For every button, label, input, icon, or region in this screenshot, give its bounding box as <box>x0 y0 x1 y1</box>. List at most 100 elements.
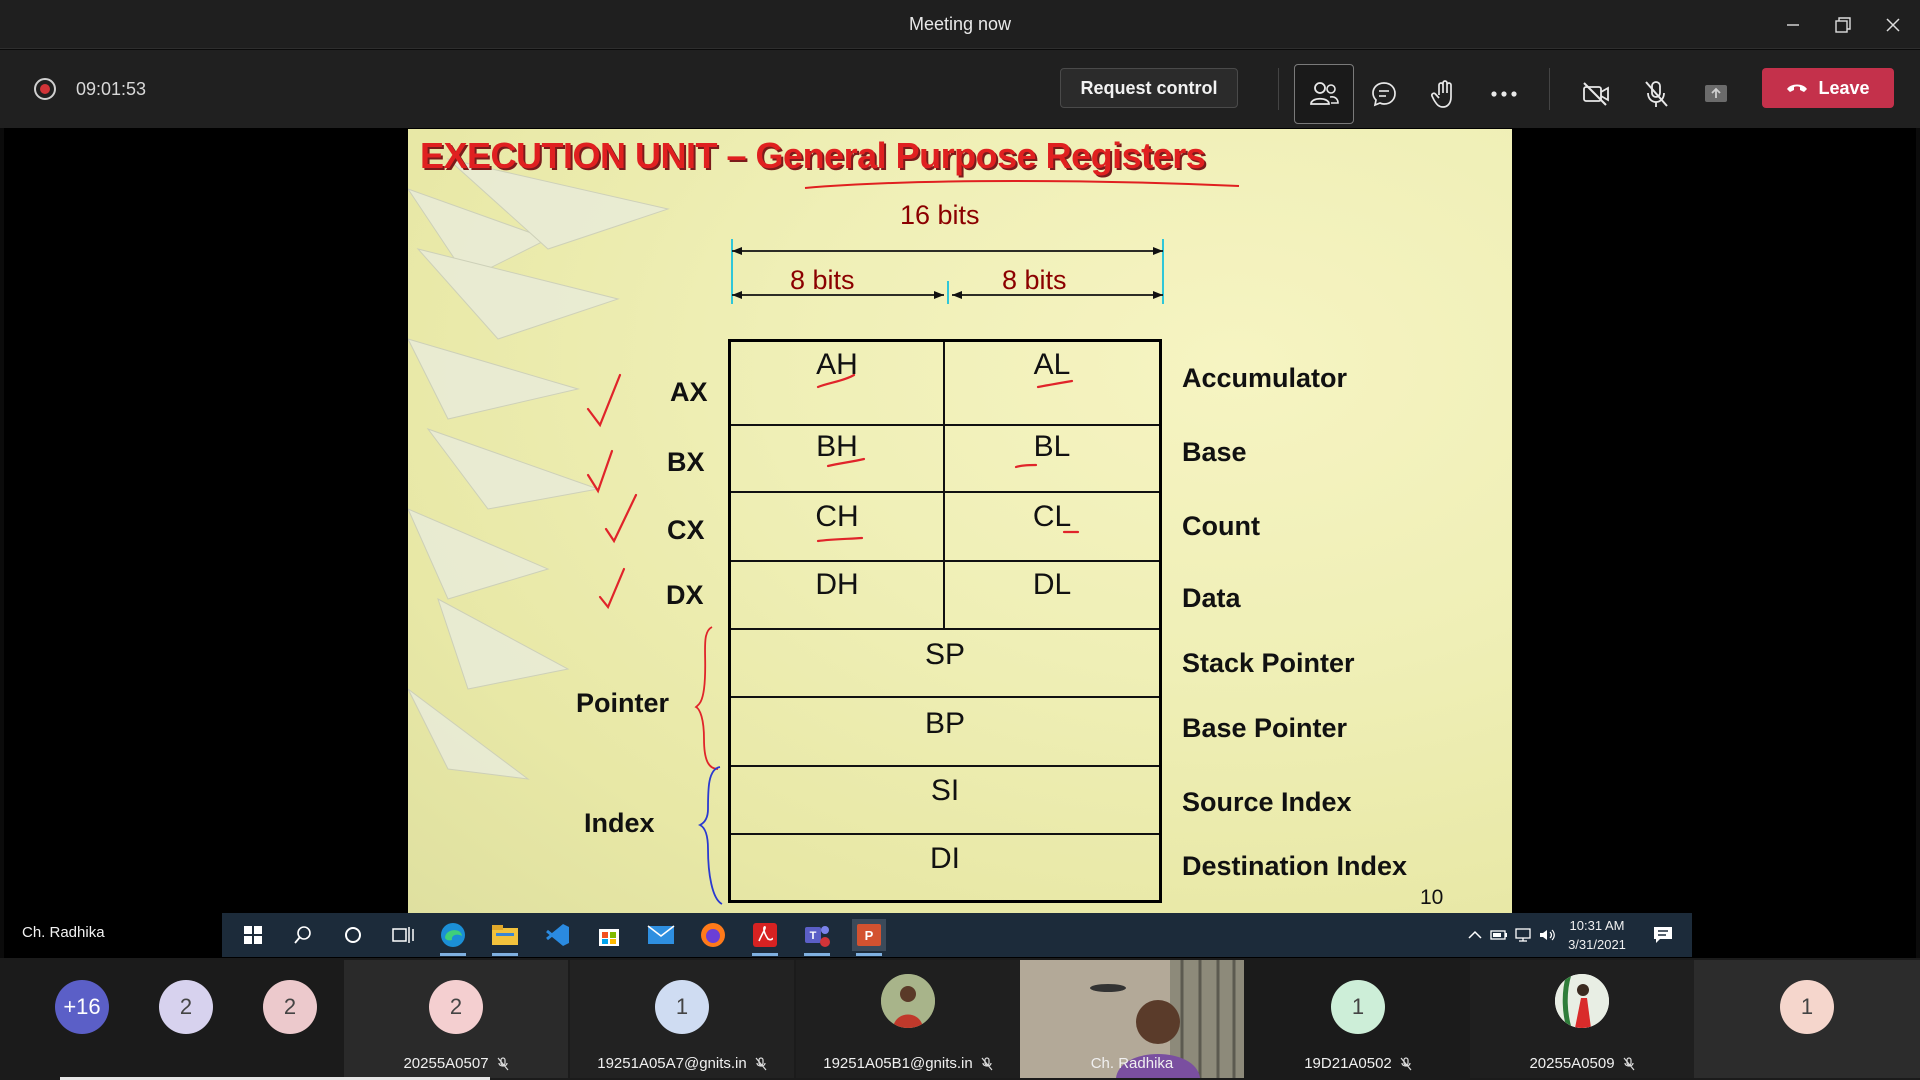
presentation-slide: EXECUTION UNIT – General Purpose Registe… <box>408 129 1512 913</box>
raise-hand-icon[interactable] <box>1414 64 1474 124</box>
participant-strip: +16 2 2 2 20255A0507 1 19251A05A7@gnits.… <box>0 958 1920 1080</box>
label-destination-index: Destination Index <box>1182 851 1408 881</box>
presenter-name: Ch. Radhika <box>22 924 105 941</box>
cell-bh: BH <box>816 430 858 463</box>
label-bx: BX <box>667 447 705 477</box>
cell-dh: DH <box>815 568 859 601</box>
cell-ch: CH <box>815 500 859 533</box>
camera-off-icon[interactable] <box>1566 64 1626 124</box>
table-divider <box>731 628 1159 630</box>
title-underline <box>804 180 1240 189</box>
title-bar: Meeting now <box>0 0 1920 49</box>
participant-tile[interactable]: 2 <box>134 960 238 1078</box>
participant-name: 20255A0509 <box>1529 1055 1615 1072</box>
mic-off-icon <box>981 1057 993 1071</box>
chat-icon[interactable] <box>1354 64 1414 124</box>
mic-off-icon <box>497 1057 509 1071</box>
acrobat-icon <box>748 919 782 956</box>
cell-bl: BL <box>1033 430 1071 463</box>
cortana-icon <box>336 919 370 951</box>
participant-name-wrap: 19251A05B1@gnits.in <box>796 1055 1020 1072</box>
mail-icon <box>644 919 678 951</box>
participant-name-wrap: 19251A05A7@gnits.in <box>570 1055 794 1072</box>
overflow-participants-button[interactable]: +16 <box>28 960 138 1078</box>
participant-tile[interactable]: 1 <box>1694 960 1920 1078</box>
window-title: Meeting now <box>908 14 1012 34</box>
meeting-toolbar: 09:01:53 Request control Leave <box>0 50 1920 128</box>
label-base-pointer: Base Pointer <box>1182 713 1348 743</box>
register-table: AH AL BH BL CH CL DH DL SP BP SI DI <box>728 339 1162 903</box>
participant-name: 20255A0507 <box>403 1055 489 1072</box>
close-icon[interactable] <box>1868 0 1918 49</box>
edge-browser-icon <box>436 919 470 956</box>
tray-chevron-icon <box>1466 919 1484 951</box>
teams-taskbar-icon: T <box>800 919 834 956</box>
avatar: 2 <box>429 980 483 1034</box>
mic-off-icon[interactable] <box>1626 64 1686 124</box>
cell-di: DI <box>930 842 960 875</box>
participant-tile[interactable]: 2 20255A0507 <box>344 960 568 1078</box>
label-data: Data <box>1182 583 1241 613</box>
task-view-icon <box>386 919 420 951</box>
table-divider <box>731 696 1159 698</box>
label-index: Index <box>584 808 655 838</box>
table-divider <box>731 424 1159 426</box>
participant-name: 19251A05A7@gnits.in <box>597 1055 747 1072</box>
participant-name: 19251A05B1@gnits.in <box>823 1055 973 1072</box>
shared-taskbar: T P 10:31 AM 3/31/2021 <box>222 913 1692 957</box>
participant-name: 19D21A0502 <box>1304 1055 1392 1072</box>
taskbar-date: 3/31/2021 <box>1568 937 1626 952</box>
avatar: 2 <box>159 980 213 1034</box>
battery-icon <box>1488 919 1510 951</box>
slide-page-number: 10 <box>1420 886 1444 909</box>
restore-icon[interactable] <box>1818 0 1868 49</box>
phone-hangup-icon <box>1787 84 1808 92</box>
mic-off-icon <box>1400 1057 1412 1071</box>
participant-tile[interactable]: 1 19D21A0502 <box>1246 960 1470 1078</box>
label-source-index: Source Index <box>1182 787 1352 817</box>
table-divider <box>731 833 1159 835</box>
participant-name-wrap: 20255A0507 <box>344 1055 568 1072</box>
powerpoint-icon: P <box>852 919 886 956</box>
avatar: 1 <box>1331 980 1385 1034</box>
share-tray-icon[interactable] <box>1686 64 1746 124</box>
cell-ah: AH <box>816 348 858 381</box>
volume-icon <box>1536 919 1558 951</box>
minimize-icon[interactable] <box>1768 0 1818 49</box>
label-base: Base <box>1182 437 1247 467</box>
avatar: 1 <box>655 980 709 1034</box>
participant-tile[interactable]: 1 19251A05A7@gnits.in <box>570 960 794 1078</box>
cell-sp: SP <box>924 638 966 671</box>
avatar: 2 <box>263 980 317 1034</box>
participant-name-wrap: 19D21A0502 <box>1246 1055 1470 1072</box>
more-icon[interactable] <box>1474 64 1534 124</box>
store-icon <box>592 919 626 951</box>
participant-tile[interactable]: 2 <box>238 960 342 1078</box>
label-8-bits-high: 8 bits <box>790 265 855 295</box>
taskbar-time: 10:31 AM <box>1569 918 1625 933</box>
participant-name: Ch. Radhika <box>1090 1055 1174 1072</box>
label-count: Count <box>1182 511 1260 541</box>
label-pointer: Pointer <box>576 688 670 718</box>
participants-icon[interactable] <box>1294 64 1354 124</box>
participant-photo <box>881 974 935 1028</box>
participant-name-wrap: 20255A0509 <box>1470 1055 1694 1072</box>
table-divider <box>731 491 1159 493</box>
network-icon <box>1512 919 1534 951</box>
meeting-timer: 09:01:53 <box>76 79 147 99</box>
presenter-video-tile[interactable]: Ch. Radhika <box>1020 960 1244 1078</box>
search-icon <box>286 919 320 951</box>
table-divider <box>731 765 1159 767</box>
label-cx: CX <box>667 515 705 545</box>
notifications-icon <box>1646 919 1680 951</box>
label-16-bits: 16 bits <box>900 200 980 230</box>
toolbar-divider <box>1549 68 1550 110</box>
label-stack-pointer: Stack Pointer <box>1182 648 1355 678</box>
slide-title: EXECUTION UNIT – General Purpose Registe… <box>420 135 1206 176</box>
participant-tile[interactable]: 20255A0509 <box>1470 960 1694 1078</box>
request-control-button[interactable]: Request control <box>1060 68 1238 108</box>
leave-button[interactable]: Leave <box>1762 68 1894 108</box>
label-ax: AX <box>670 377 708 407</box>
cell-bp: BP <box>924 707 966 740</box>
participant-tile[interactable]: 19251A05B1@gnits.in <box>796 960 1020 1078</box>
